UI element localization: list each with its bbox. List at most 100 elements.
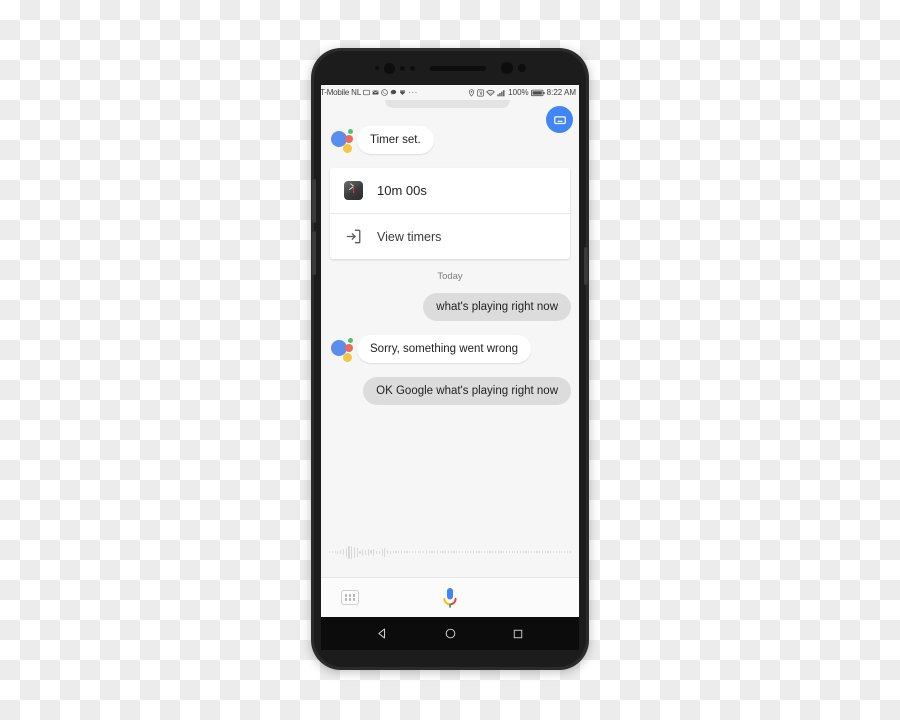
led-indicator-icon bbox=[517, 64, 526, 72]
waveform-bar bbox=[528, 551, 530, 553]
email-icon bbox=[372, 89, 379, 96]
more-dots-icon: ··· bbox=[408, 88, 418, 97]
earpiece-speaker bbox=[429, 65, 486, 71]
day-divider-label: Today bbox=[437, 271, 463, 282]
iris-sensor-icon bbox=[399, 65, 405, 71]
phone-device-frame: T-Mobile NL ··· 100% 8:22 AM Timer set. … bbox=[311, 48, 589, 670]
waveform-bar bbox=[329, 551, 331, 553]
message-row-user: what's playing right now bbox=[329, 293, 571, 321]
mic-button[interactable] bbox=[438, 585, 462, 611]
waveform-bar bbox=[508, 551, 510, 553]
waveform-bar bbox=[447, 551, 450, 553]
waveform-bar bbox=[467, 551, 469, 553]
waveform-bar bbox=[478, 551, 480, 553]
top-bezel-sensors bbox=[314, 51, 586, 85]
waveform-bar bbox=[381, 548, 383, 556]
keyboard-toggle-button[interactable] bbox=[546, 106, 573, 133]
waveform-bar bbox=[517, 551, 519, 553]
waveform-bar bbox=[497, 551, 499, 553]
nfc-icon bbox=[477, 89, 484, 97]
waveform-bar bbox=[533, 551, 535, 553]
sim-card-icon bbox=[363, 89, 371, 96]
waveform-bar bbox=[331, 551, 333, 553]
waveform-bar bbox=[481, 551, 483, 553]
waveform-bar bbox=[553, 551, 555, 553]
waveform-bar bbox=[569, 551, 571, 553]
status-bar-right: 100% 8:22 AM bbox=[468, 88, 576, 97]
status-bar: T-Mobile NL ··· 100% 8:22 AM bbox=[321, 85, 579, 100]
android-navigation-bar bbox=[321, 617, 579, 650]
waveform-bar bbox=[539, 551, 541, 553]
waveform-bar bbox=[522, 551, 524, 553]
waveform-bar bbox=[423, 551, 425, 553]
keyboard-icon bbox=[553, 115, 566, 124]
clock-app-icon bbox=[344, 181, 363, 200]
timer-card[interactable]: 10m 00s View timers bbox=[330, 168, 570, 259]
waveform-bar bbox=[414, 551, 416, 553]
wifi-icon bbox=[486, 89, 496, 97]
waveform-bar bbox=[334, 551, 336, 553]
waveform-bar bbox=[547, 551, 549, 553]
waveform-bar bbox=[519, 551, 521, 553]
waveform-bar bbox=[348, 545, 350, 559]
volume-up-button[interactable] bbox=[312, 179, 316, 223]
assistant-message-bubble: Sorry, something went wrong bbox=[357, 335, 532, 363]
waveform-bar bbox=[555, 551, 557, 553]
conversation-scroll-area[interactable]: Timer set. 10m 00s View timers Today wha… bbox=[321, 100, 579, 577]
waveform-bar bbox=[550, 551, 552, 553]
google-mic-icon bbox=[443, 587, 457, 608]
waveform-bar bbox=[367, 548, 369, 556]
waveform-bar bbox=[370, 550, 372, 554]
recents-square-icon[interactable] bbox=[512, 628, 524, 640]
waveform-bar bbox=[450, 551, 452, 553]
explore-grid-icon[interactable] bbox=[341, 590, 359, 605]
waveform-bar bbox=[362, 548, 364, 556]
waveform-bar bbox=[387, 550, 389, 554]
message-row-assistant: Sorry, something went wrong bbox=[329, 335, 571, 363]
waveform-bar bbox=[395, 551, 397, 553]
waveform-bar bbox=[530, 551, 533, 553]
waveform-bar bbox=[359, 550, 361, 554]
waveform-bar bbox=[445, 551, 447, 553]
waveform-bar bbox=[503, 551, 505, 553]
assistant-message-bubble: Timer set. bbox=[357, 126, 434, 154]
timer-duration-label: 10m 00s bbox=[377, 183, 427, 198]
waveform-bar bbox=[475, 551, 477, 553]
waveform-bar bbox=[486, 551, 488, 553]
phone-inner-bezel: T-Mobile NL ··· 100% 8:22 AM Timer set. … bbox=[312, 51, 588, 667]
home-circle-icon[interactable] bbox=[444, 627, 457, 640]
volume-down-button[interactable] bbox=[312, 231, 316, 275]
waveform-bar bbox=[536, 551, 538, 553]
power-button[interactable] bbox=[584, 247, 588, 285]
battery-full-icon bbox=[530, 89, 545, 97]
waveform-bar bbox=[378, 550, 380, 554]
waveform-bar bbox=[411, 551, 414, 553]
signal-bars-icon bbox=[497, 89, 506, 97]
waveform-bar bbox=[353, 546, 356, 558]
waveform-bar bbox=[428, 551, 430, 553]
chat-bubble-icon bbox=[390, 89, 397, 96]
waveform-bar bbox=[566, 551, 569, 553]
assistant-logo-icon bbox=[331, 335, 357, 363]
assistant-bottom-bar bbox=[321, 577, 579, 617]
waveform-bar bbox=[373, 548, 375, 556]
waveform-bar bbox=[464, 551, 466, 553]
waveform-bar bbox=[492, 551, 494, 553]
waveform-bar bbox=[376, 550, 378, 554]
waveform-bar bbox=[351, 545, 353, 559]
previous-message-partial bbox=[385, 100, 510, 108]
waveform-bar bbox=[561, 551, 563, 553]
waveform-bar bbox=[436, 551, 439, 553]
front-camera-icon bbox=[383, 62, 395, 74]
waveform-bar bbox=[442, 551, 444, 553]
timer-duration-row[interactable]: 10m 00s bbox=[330, 168, 570, 213]
user-message-bubble: what's playing right now bbox=[423, 293, 571, 321]
view-timers-row[interactable]: View timers bbox=[330, 213, 570, 259]
waveform-bar bbox=[409, 551, 411, 553]
message-row-user: OK Google what's playing right now bbox=[329, 377, 571, 405]
waveform-bar bbox=[434, 551, 436, 553]
waveform-bar bbox=[400, 551, 403, 553]
back-triangle-icon[interactable] bbox=[376, 627, 389, 640]
waveform-bar bbox=[525, 551, 527, 553]
waveform-bar bbox=[500, 551, 502, 553]
